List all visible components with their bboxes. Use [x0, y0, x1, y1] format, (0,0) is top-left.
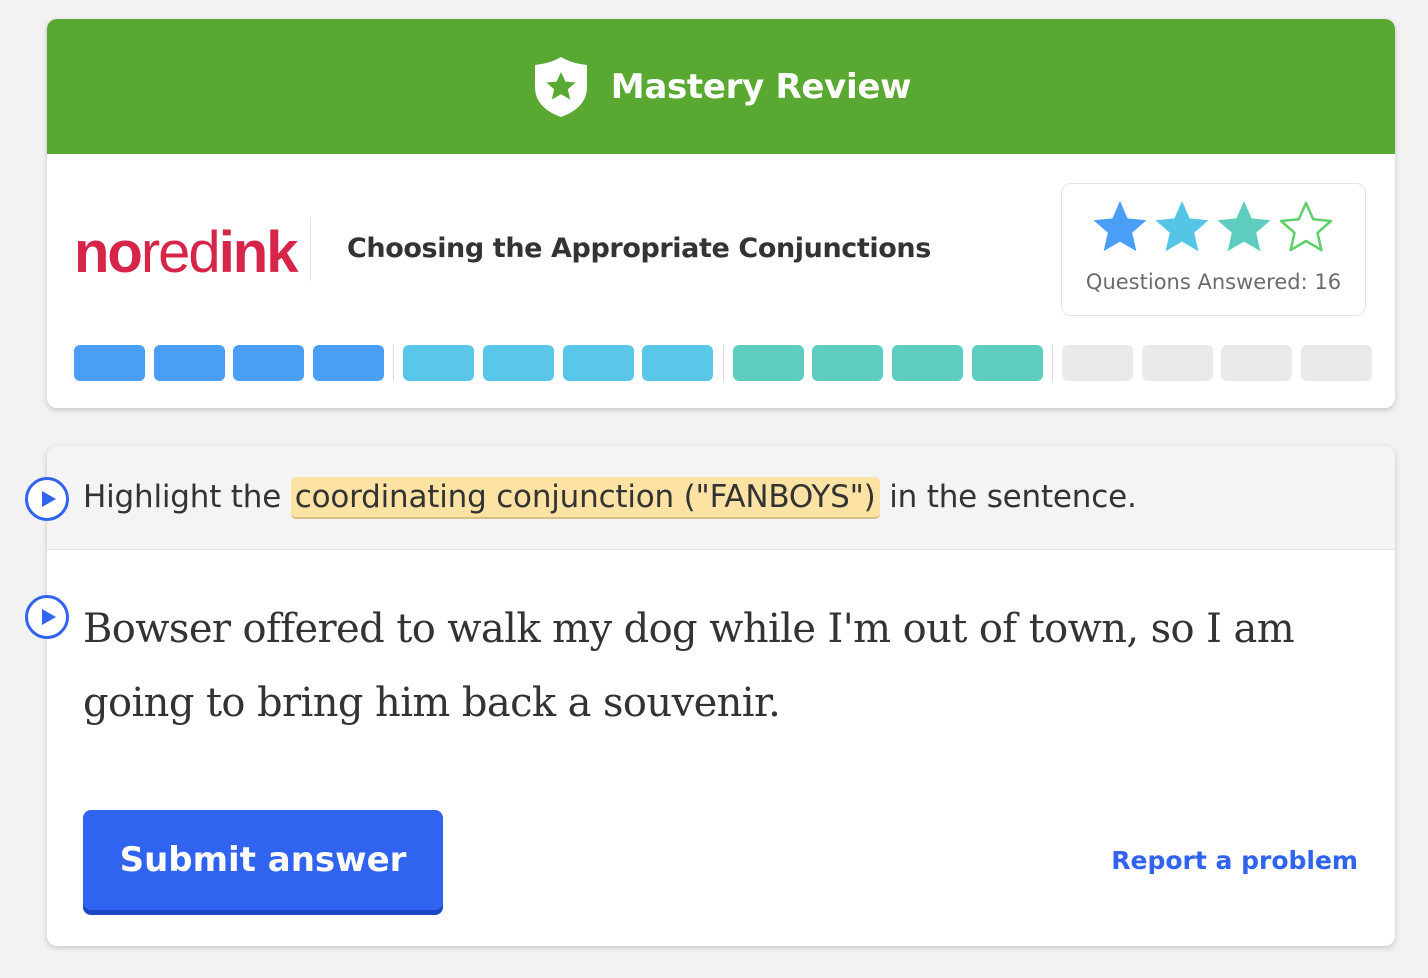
progress-group-divider [722, 345, 724, 381]
star-rating [1090, 198, 1336, 258]
header-divider [310, 217, 311, 281]
progress-segment-complete [562, 345, 634, 381]
progress-segment-complete [403, 345, 475, 381]
shield-star-icon [534, 56, 587, 117]
play-audio-prompt-button[interactable] [25, 477, 69, 521]
logo-part: no [74, 220, 143, 285]
submit-answer-button[interactable]: Submit answer [83, 810, 443, 910]
mastery-banner: Mastery Review [47, 19, 1395, 154]
noredink-logo: noredink [74, 220, 299, 285]
progress-segment-complete [812, 345, 884, 381]
progress-segment-complete [153, 345, 225, 381]
banner-title: Mastery Review [610, 66, 912, 107]
progress-group-divider [1052, 345, 1054, 381]
prompt-bar: Highlight the coordinating conjunction (… [47, 446, 1395, 550]
progress-segment-complete [891, 345, 963, 381]
progress-segment-empty [1300, 345, 1372, 381]
questions-answered: Questions Answered: 16 [1085, 270, 1342, 294]
play-icon [42, 491, 56, 507]
logo-part: ink [218, 220, 299, 285]
prompt-before: Highlight the [83, 479, 282, 515]
progress-segment-empty [1221, 345, 1293, 381]
logo-part: red [140, 220, 221, 285]
prompt-highlight: coordinating conjunction ("FANBOYS") [290, 477, 880, 519]
star-filled-icon [1217, 201, 1271, 252]
progress-segment-complete [74, 345, 145, 381]
topic-title: Choosing the Appropriate Conjunctions [347, 233, 931, 264]
report-problem-link[interactable]: Report a problem [1111, 846, 1358, 875]
star-empty-icon [1279, 201, 1333, 252]
play-icon [42, 609, 56, 625]
progress-segment-complete [971, 345, 1043, 381]
play-audio-sentence-button[interactable] [25, 595, 69, 639]
progress-group-divider [393, 345, 395, 381]
stars-panel: Questions Answered: 16 [1061, 183, 1366, 316]
prompt-after: in the sentence. [889, 479, 1137, 515]
mastery-header-card: Mastery Review noredink Choosing the App… [47, 19, 1395, 408]
progress-segment-complete [732, 345, 804, 381]
star-filled-icon [1155, 201, 1209, 252]
progress-segment-complete [233, 345, 305, 381]
prompt-text: Highlight the coordinating conjunction (… [83, 468, 1137, 526]
progress-segment-complete [312, 345, 384, 381]
progress-segment-complete [642, 345, 714, 381]
progress-segment-empty [1062, 345, 1134, 381]
progress-segment-empty [1141, 345, 1213, 381]
star-filled-icon [1093, 201, 1147, 252]
question-card: Highlight the coordinating conjunction (… [47, 446, 1395, 946]
progress-bar [74, 345, 1381, 381]
question-sentence[interactable]: Bowser offered to walk my dog while I'm … [83, 592, 1303, 740]
progress-segment-complete [482, 345, 554, 381]
